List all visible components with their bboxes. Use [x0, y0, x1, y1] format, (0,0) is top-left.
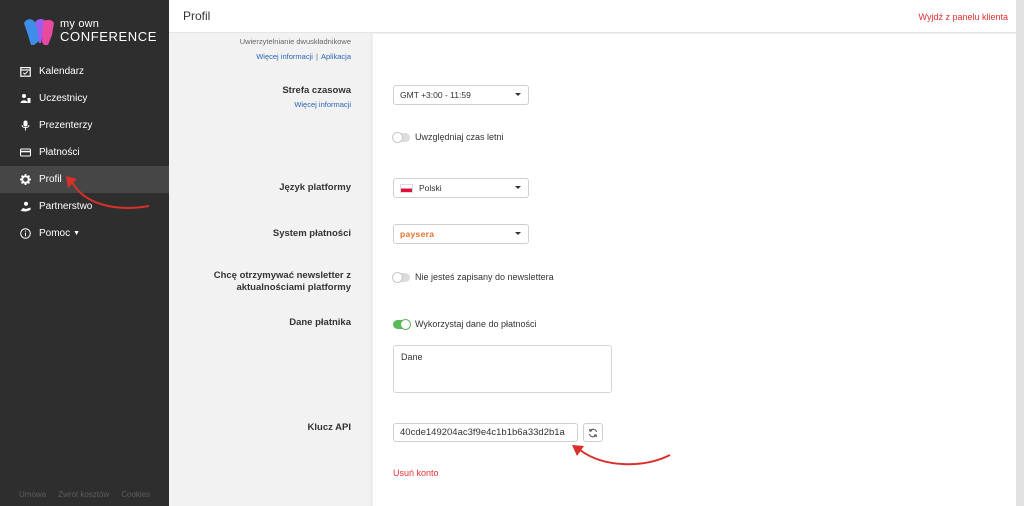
sidebar-item-label: Uczestnicy: [39, 93, 88, 104]
poland-flag-icon: [400, 183, 413, 193]
brand-line2: CONFERENCE: [60, 29, 158, 44]
sidebar-item-help[interactable]: Pomoc ▼: [0, 220, 169, 247]
twofa-links: Więcej informacji | Aplikacja: [256, 50, 351, 62]
newsletter-toggle-row: Nie jesteś zapisany do newslettera: [392, 271, 554, 283]
sidebar-item-label: Płatności: [39, 147, 80, 158]
sidebar-item-calendar[interactable]: Kalendarz: [0, 58, 169, 85]
sidebar-item-payments[interactable]: Płatności: [0, 139, 169, 166]
timezone-select[interactable]: GMT +3:00 - 11:59: [393, 85, 529, 105]
payer-data-textarea[interactable]: Dane: [393, 345, 612, 393]
footer-link-cookies[interactable]: Cookies: [121, 490, 150, 499]
language-select[interactable]: Polski: [393, 178, 529, 198]
chevron-down-icon: [515, 93, 521, 96]
info-icon: [19, 228, 31, 240]
timezone-label: Strefa czasowa: [282, 85, 351, 96]
newsletter-toggle-label: Nie jesteś zapisany do newslettera: [415, 272, 554, 282]
newsletter-label-line1: Chcę otrzymywać newsletter z: [213, 270, 351, 281]
newsletter-label-line2: aktualnościami platformy: [236, 282, 351, 293]
payer-data-toggle[interactable]: [393, 318, 411, 330]
sidebar-item-participants[interactable]: Uczestnicy: [0, 85, 169, 112]
field-column: GMT +3:00 - 11:59 Uwzględniaj czas letni…: [373, 34, 1016, 506]
chevron-down-icon: [515, 186, 521, 189]
microphone-icon: [19, 120, 31, 132]
sidebar: my own CONFERENCE Kalendarz Uczestnicy P…: [0, 0, 169, 506]
main-area: Profil Wyjdź z panelu klienta Uwierzytel…: [169, 0, 1024, 506]
page-title: Profil: [183, 9, 211, 23]
language-label: Język platformy: [279, 182, 351, 193]
footer-link-agreement[interactable]: Umowa: [19, 490, 46, 499]
sidebar-footer: Umowa Zwrot kosztów Cookies: [19, 490, 150, 499]
paysera-logo: paysera: [400, 229, 435, 239]
newsletter-toggle[interactable]: [392, 271, 410, 283]
sidebar-item-label: Profil: [39, 174, 62, 185]
twofa-label: Uwierzytelnianie dwuskładnikowe: [239, 37, 351, 46]
footer-link-refund[interactable]: Zwrot kosztów: [58, 490, 109, 499]
partnership-icon: [19, 201, 31, 213]
profile-form: Uwierzytelnianie dwuskładnikowe Więcej i…: [169, 34, 1016, 506]
payment-system-label: System płatności: [272, 228, 351, 239]
payer-toggle-label: Wykorzystaj dane do płatności: [415, 319, 537, 329]
refresh-icon: [588, 428, 598, 437]
timezone-more-info-link[interactable]: Więcej informacji: [294, 100, 351, 109]
users-icon: [19, 93, 31, 105]
sidebar-item-partnership[interactable]: Partnerstwo: [0, 193, 169, 220]
dst-toggle-label: Uwzględniaj czas letni: [415, 132, 504, 142]
sidebar-item-label: Partnerstwo: [39, 201, 93, 212]
twofa-app-link[interactable]: Aplikacja: [321, 52, 351, 61]
api-key-label: Klucz API: [307, 422, 351, 433]
delete-account-link[interactable]: Usuń konto: [393, 468, 439, 478]
gear-icon: [19, 174, 31, 186]
sidebar-item-label: Kalendarz: [39, 66, 85, 77]
chevron-down-icon: [515, 232, 521, 235]
sidebar-item-profile[interactable]: Profil: [0, 166, 169, 193]
exit-client-panel-link[interactable]: Wyjdź z panelu klienta: [919, 12, 1008, 22]
regenerate-api-key-button[interactable]: [583, 423, 603, 442]
twofa-more-info-link[interactable]: Więcej informacji: [256, 52, 313, 61]
dst-toggle[interactable]: [392, 131, 410, 143]
payer-toggle-row: Wykorzystaj dane do płatności: [393, 318, 537, 330]
payer-data-label: Dane płatnika: [289, 317, 351, 328]
sidebar-item-label: Pomoc: [39, 228, 71, 239]
payment-system-select[interactable]: paysera: [393, 224, 529, 244]
calendar-icon: [19, 66, 31, 78]
language-value: Polski: [419, 183, 442, 193]
sidebar-item-presenters[interactable]: Prezenterzy: [0, 112, 169, 139]
page-header: Profil Wyjdź z panelu klienta: [169, 0, 1016, 33]
sidebar-nav: Kalendarz Uczestnicy Prezenterzy Płatnoś…: [0, 58, 169, 247]
api-key-field[interactable]: 40cde149204ac3f9e4c1b1b6a33d2b1a: [393, 423, 578, 442]
logo-mark-icon: [24, 19, 54, 45]
page-edge: [1016, 0, 1024, 506]
dst-toggle-row: Uwzględniaj czas letni: [392, 131, 504, 143]
label-column: Uwierzytelnianie dwuskładnikowe Więcej i…: [169, 34, 372, 506]
timezone-value: GMT +3:00 - 11:59: [400, 90, 471, 100]
credit-card-icon: [19, 147, 31, 159]
twofa-separator: |: [315, 52, 318, 61]
brand-logo[interactable]: my own CONFERENCE: [22, 14, 162, 50]
chevron-down-icon: ▼: [73, 230, 81, 237]
sidebar-item-label: Prezenterzy: [39, 120, 93, 131]
